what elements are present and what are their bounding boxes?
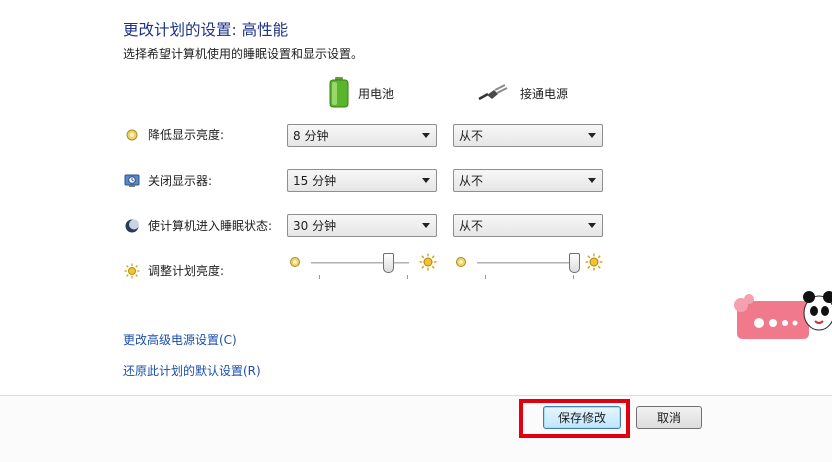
turn-off-display-plugged-in-select[interactable]: 从不 [453,169,603,192]
brightness-sun-icon [585,253,603,274]
setting-label: 使计算机进入睡眠状态: [148,219,273,233]
dim-brightness-icon [289,256,301,271]
chevron-down-icon [588,133,596,138]
dim-brightness-icon [124,127,140,143]
footer-bar [0,396,832,462]
chevron-down-icon [422,223,430,228]
slider-thumb[interactable] [569,253,580,273]
brightness-plugged-in-slider[interactable] [455,252,605,279]
setting-label: 降低显示亮度: [148,128,225,142]
slider-tick [485,275,486,279]
setting-row-brightness: 调整计划亮度: [124,262,224,279]
highlight-annotation-box [519,399,630,438]
dim-display-battery-select[interactable]: 8 分钟 [287,124,437,147]
dim-display-plugged-in-select[interactable]: 从不 [453,124,603,147]
cancel-button[interactable]: 取消 [636,406,702,429]
setting-row-dim-display: 降低显示亮度: [124,126,224,143]
select-value: 从不 [459,129,484,143]
battery-icon [328,76,350,111]
column-label-plugged-in: 接通电源 [520,86,569,101]
setting-label: 关闭显示器: [148,174,213,188]
select-value: 8 分钟 [293,129,329,143]
brightness-battery-slider[interactable] [289,252,439,279]
select-value: 从不 [459,174,484,188]
restore-defaults-link[interactable]: 还原此计划的默认设置(R) [123,362,261,379]
page-title: 更改计划的设置: 高性能 [123,21,289,39]
slider-tick [319,275,320,279]
slider-tick [573,275,574,279]
slider-track [311,262,409,264]
advanced-power-settings-link[interactable]: 更改高级电源设置(C) [123,331,237,348]
sleep-plugged-in-select[interactable]: 从不 [453,214,603,237]
chevron-down-icon [422,178,430,183]
page-subtitle: 选择希望计算机使用的睡眠设置和显示设置。 [123,47,364,61]
chevron-down-icon [588,223,596,228]
brightness-sun-icon [419,253,437,274]
column-header-battery: 用电池 [328,76,394,110]
select-value: 30 分钟 [293,219,337,233]
monitor-clock-icon [124,173,140,189]
slider-tick [407,275,408,279]
slider-thumb[interactable] [383,253,395,273]
power-plug-icon [478,82,512,105]
column-label-battery: 用电池 [358,86,395,101]
dim-brightness-icon [455,256,467,271]
setting-label: 调整计划亮度: [148,264,225,278]
select-value: 从不 [459,219,484,233]
setting-row-turn-off-display: 关闭显示器: [124,172,212,189]
sleep-battery-select[interactable]: 30 分钟 [287,214,437,237]
chevron-down-icon [588,178,596,183]
select-value: 15 分钟 [293,174,337,188]
slider-track [477,262,575,264]
setting-row-sleep: 使计算机进入睡眠状态: [124,217,272,234]
brightness-sun-icon [124,263,140,279]
panda-sticker-image [733,285,832,345]
moon-sleep-icon [124,218,140,234]
turn-off-display-battery-select[interactable]: 15 分钟 [287,169,437,192]
chevron-down-icon [422,133,430,138]
column-header-plugged-in: 接通电源 [478,76,568,110]
